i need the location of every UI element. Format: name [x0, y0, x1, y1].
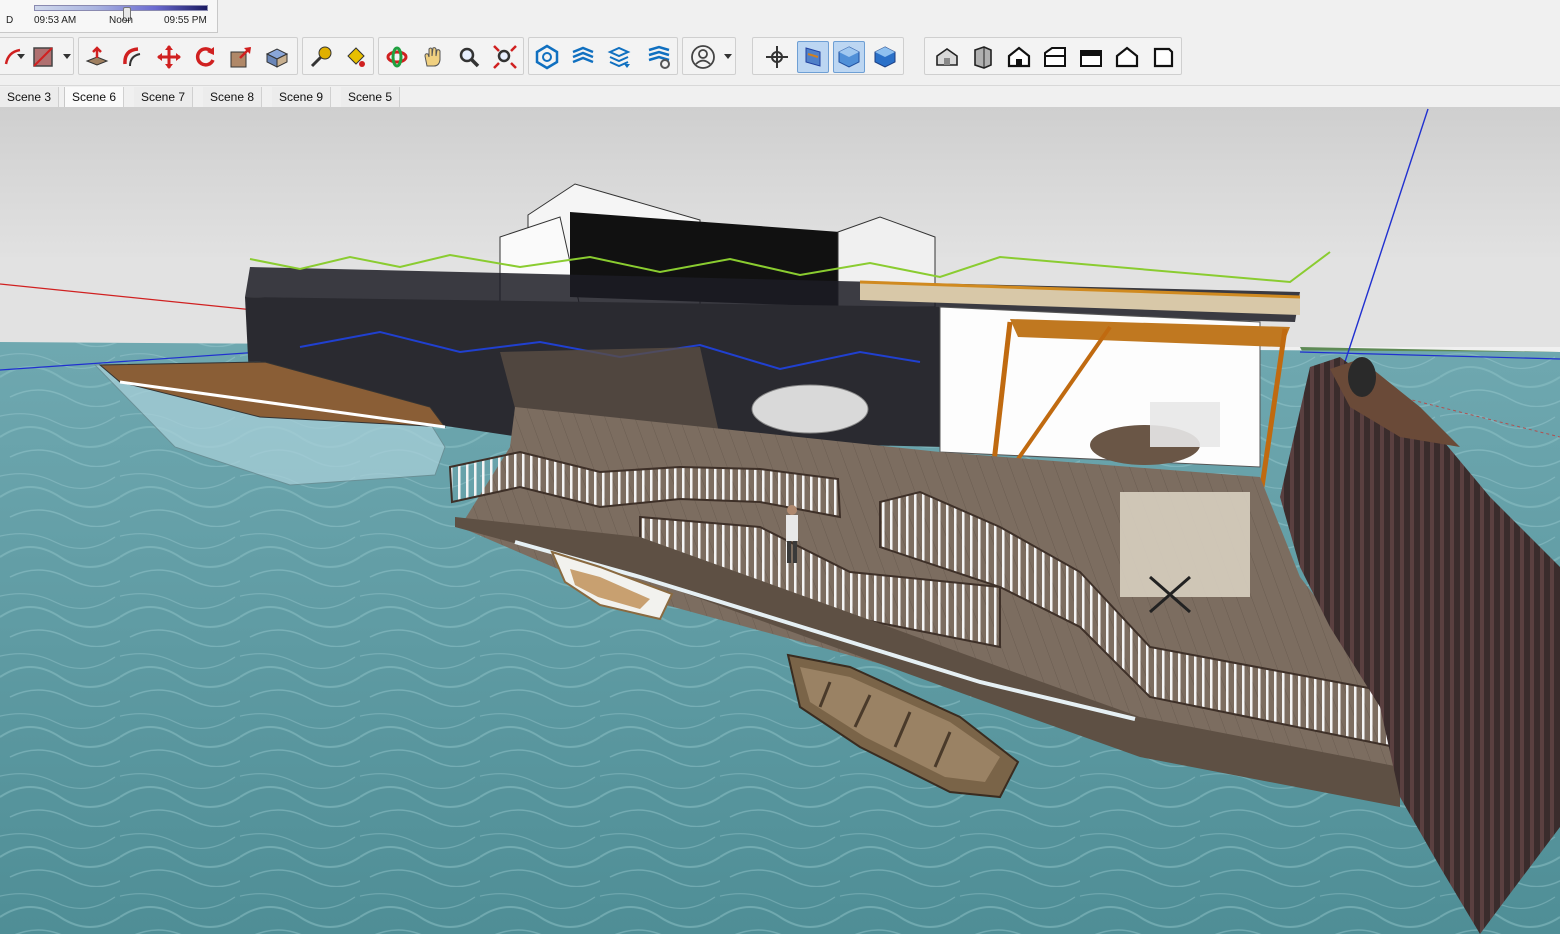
- back-view-icon[interactable]: [1075, 41, 1107, 73]
- main-toolbar: [0, 37, 1560, 75]
- tab-scene-3[interactable]: Scene 3: [0, 87, 60, 107]
- zoom-icon[interactable]: [453, 41, 485, 73]
- rotate-icon[interactable]: [189, 41, 221, 73]
- display-section-cuts-icon[interactable]: [833, 41, 865, 73]
- tab-scene-5[interactable]: Scene 5: [341, 87, 401, 107]
- curved-platform: [751, 384, 869, 434]
- offset-icon[interactable]: [261, 41, 293, 73]
- extension-icon[interactable]: [643, 41, 675, 73]
- shadow-end-time: 09:55 PM: [164, 15, 207, 26]
- shadow-start-time: 09:53 AM: [34, 15, 77, 26]
- toolbar-area: D 09:53 AM Noon 09:55 PM: [0, 0, 1560, 86]
- toolbar-group-drawing: [0, 37, 74, 75]
- toolbar-group-warehouse: [528, 37, 678, 75]
- left-view-icon[interactable]: [1111, 41, 1143, 73]
- paint-bucket-icon[interactable]: [339, 41, 371, 73]
- scale-icon[interactable]: [225, 41, 257, 73]
- toolbar-group-section: [752, 37, 904, 75]
- top-view-icon[interactable]: [967, 41, 999, 73]
- chevron-down-icon[interactable]: [63, 54, 71, 59]
- right-view-icon[interactable]: [1039, 41, 1071, 73]
- toolbar-group-account: [682, 37, 736, 75]
- toolbar-group-views: [924, 37, 1182, 75]
- iso-view-icon[interactable]: [931, 41, 963, 73]
- zoom-extents-icon[interactable]: [489, 41, 521, 73]
- user-account-icon[interactable]: [687, 41, 719, 73]
- layers-icon[interactable]: [567, 41, 599, 73]
- wall-ornament: [1348, 357, 1376, 397]
- sketchup-window: D 09:53 AM Noon 09:55 PM Scene 3 Scene 6…: [0, 0, 1560, 934]
- tab-scene-6[interactable]: Scene 6: [64, 87, 125, 107]
- display-section-planes-icon[interactable]: [797, 41, 829, 73]
- shadow-noon-label: Noon: [109, 15, 133, 26]
- shadow-settings-panel: D 09:53 AM Noon 09:55 PM: [0, 0, 218, 33]
- 3d-viewport[interactable]: [0, 107, 1560, 934]
- shadow-left-label: D: [6, 15, 14, 26]
- pan-hand-icon[interactable]: [417, 41, 449, 73]
- front-view-icon[interactable]: [1003, 41, 1035, 73]
- toolbar-group-camera: [378, 37, 524, 75]
- push-pull-icon[interactable]: [81, 41, 113, 73]
- tab-scene-7[interactable]: Scene 7: [134, 87, 194, 107]
- eraser-square-icon[interactable]: [27, 41, 59, 73]
- chevron-down-icon[interactable]: [17, 54, 25, 59]
- chevron-down-icon[interactable]: [724, 54, 732, 59]
- bottom-view-icon[interactable]: [1147, 41, 1179, 73]
- tab-scene-9[interactable]: Scene 9: [272, 87, 332, 107]
- section-plane-icon[interactable]: [761, 41, 793, 73]
- components-icon[interactable]: [531, 41, 563, 73]
- follow-me-icon[interactable]: [117, 41, 149, 73]
- orbit-icon[interactable]: [381, 41, 413, 73]
- shadow-time-slider[interactable]: [34, 5, 208, 21]
- model-canvas[interactable]: [0, 107, 1560, 934]
- section-fill-icon[interactable]: [869, 41, 901, 73]
- move-icon[interactable]: [153, 41, 185, 73]
- toolbar-group-edit: [78, 37, 298, 75]
- tape-measure-icon[interactable]: [305, 41, 337, 73]
- scene-tabs-bar: Scene 3 Scene 6 Scene 7 Scene 8 Scene 9 …: [0, 87, 1560, 107]
- styles-icon[interactable]: [603, 41, 635, 73]
- toolbar-group-construction: [302, 37, 374, 75]
- tab-scene-8[interactable]: Scene 8: [203, 87, 263, 107]
